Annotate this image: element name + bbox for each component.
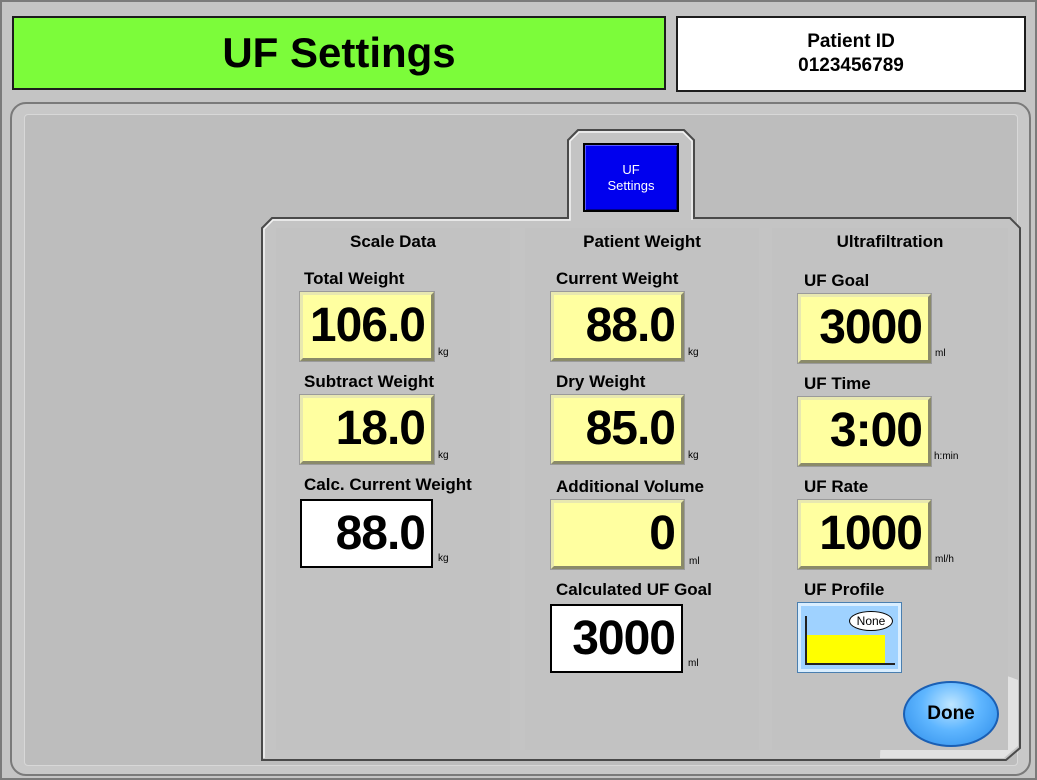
profile-axis-horizontal <box>807 663 895 665</box>
scale-data-title: Scale Data <box>350 232 436 251</box>
calc-current-weight-label: Calc. Current Weight <box>304 475 472 494</box>
uf-rate-label: UF Rate <box>804 477 869 496</box>
calculated-uf-goal-label: Calculated UF Goal <box>556 580 712 599</box>
uf-profile-label: UF Profile <box>804 580 885 599</box>
patient-weight-title: Patient Weight <box>583 232 701 251</box>
uf-goal-unit: ml <box>935 348 946 359</box>
uf-time-field[interactable]: 3:00 <box>798 397 931 466</box>
uf-time-label: UF Time <box>804 374 871 393</box>
uf-goal-value: 3000 <box>819 301 923 354</box>
uf-profile-value: None <box>849 611 893 631</box>
dry-weight-unit: kg <box>688 450 699 461</box>
uf-rate-value: 1000 <box>819 507 923 560</box>
calculated-uf-goal-field: 3000 <box>550 604 683 673</box>
current-weight-label: Current Weight <box>556 269 679 288</box>
calc-current-weight-unit: kg <box>438 553 449 564</box>
additional-volume-value: 0 <box>649 507 676 560</box>
tab-uf-settings-line2: Settings <box>607 177 655 193</box>
additional-volume-field[interactable]: 0 <box>551 500 684 569</box>
uf-rate-field[interactable]: 1000 <box>798 500 931 569</box>
uf-goal-label: UF Goal <box>804 271 870 290</box>
total-weight-label: Total Weight <box>304 269 405 288</box>
calc-current-weight-field: 88.0 <box>300 499 433 568</box>
additional-volume-unit: ml <box>689 556 700 567</box>
done-button-label: Done <box>927 703 975 724</box>
calc-current-weight-value: 88.0 <box>335 507 426 560</box>
subtract-weight-value: 18.0 <box>335 402 426 455</box>
subtract-weight-field[interactable]: 18.0 <box>300 395 434 464</box>
current-weight-field[interactable]: 88.0 <box>551 292 684 361</box>
tab-uf-settings[interactable]: UF Settings <box>583 143 679 212</box>
profile-graph-icon <box>807 635 885 663</box>
subtract-weight-unit: kg <box>438 450 449 461</box>
total-weight-unit: kg <box>438 347 449 358</box>
calculated-uf-goal-value: 3000 <box>572 612 676 665</box>
current-weight-unit: kg <box>688 347 699 358</box>
dry-weight-label: Dry Weight <box>556 372 646 391</box>
ultrafiltration-title: Ultrafiltration <box>836 232 944 251</box>
uf-profile-button[interactable]: None <box>798 603 901 672</box>
calculated-uf-goal-unit: ml <box>688 658 699 669</box>
total-weight-field[interactable]: 106.0 <box>300 292 434 361</box>
uf-time-unit: h:min <box>934 451 959 462</box>
total-weight-value: 106.0 <box>309 299 426 352</box>
uf-goal-field[interactable]: 3000 <box>798 294 931 363</box>
uf-time-value: 3:00 <box>829 404 923 457</box>
uf-rate-unit: ml/h <box>935 554 954 565</box>
additional-volume-label: Additional Volume <box>556 477 704 496</box>
dry-weight-field[interactable]: 85.0 <box>551 395 684 464</box>
current-weight-value: 88.0 <box>585 299 676 352</box>
done-button[interactable]: Done <box>903 681 999 747</box>
subtract-weight-label: Subtract Weight <box>304 372 435 391</box>
dry-weight-value: 85.0 <box>585 402 676 455</box>
tab-uf-settings-line1: UF <box>622 161 640 177</box>
